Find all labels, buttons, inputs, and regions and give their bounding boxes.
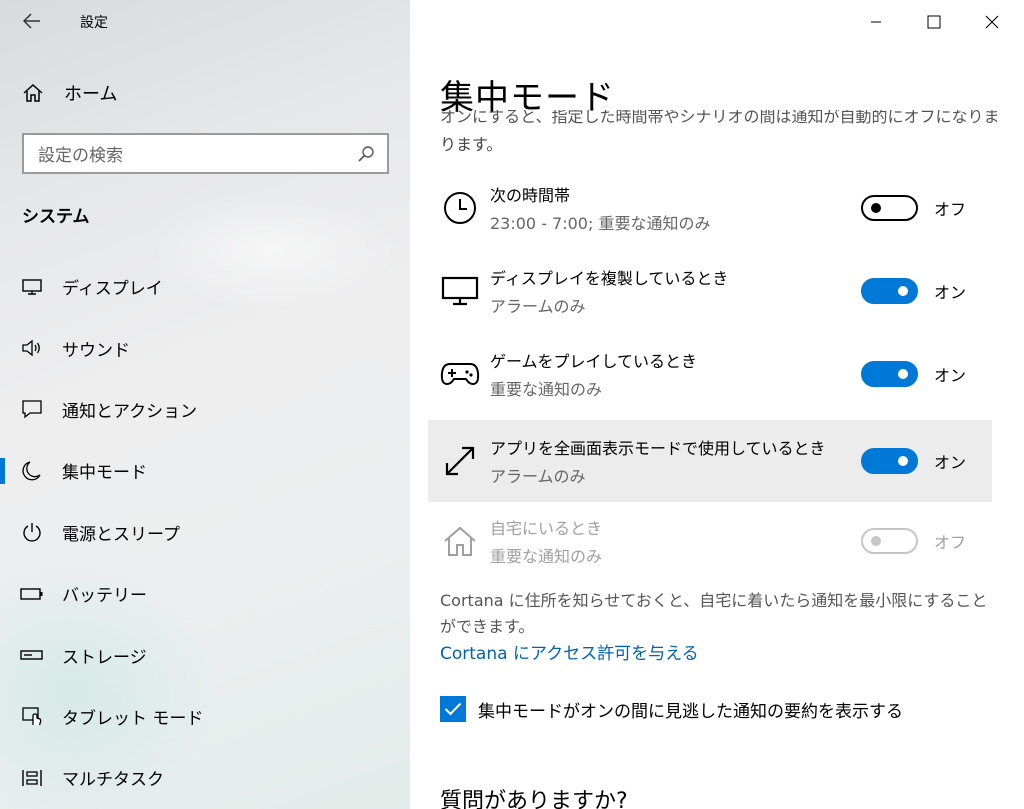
back-button[interactable] (18, 9, 46, 33)
rule-scheduled-hours[interactable]: 次の時間帯 23:00 - 7:00; 重要な通知のみ オフ (428, 167, 992, 249)
speaker-icon (20, 336, 44, 360)
rule-at-home: 自宅にいるとき 重要な通知のみ オフ (428, 500, 992, 582)
summary-checkbox[interactable] (440, 696, 466, 722)
checkmark-icon (444, 702, 462, 716)
summary-checkbox-label: 集中モードがオンの間に見逃した通知の要約を表示する (478, 701, 903, 722)
home-icon (23, 83, 43, 102)
question-heading: 質問がありますか? (440, 789, 628, 809)
sidebar-item-multitasking[interactable]: マルチタスク (0, 747, 410, 808)
back-arrow-icon (23, 13, 40, 29)
toggle-state-label: オフ (934, 533, 967, 552)
tablet-mode-icon (20, 704, 44, 728)
toggle-state-label: オフ (934, 200, 967, 219)
toggle-switch[interactable] (861, 361, 918, 387)
section-title: システム (22, 207, 90, 227)
toggle-switch[interactable] (861, 448, 918, 474)
rule-toggle: オフ (861, 528, 966, 554)
rule-duplicating-display[interactable]: ディスプレイを複製しているとき アラームのみ オン (428, 250, 992, 332)
sidebar-item-label: タブレット モード (62, 708, 204, 729)
sidebar-item-label: サウンド (62, 340, 130, 361)
sidebar-item-label: 電源とスリープ (62, 524, 180, 545)
power-icon (20, 520, 44, 544)
sidebar-nav: ディスプレイ サウンド 通知とアクション 集中モード 電源とスリープ バッテリー… (0, 256, 410, 809)
moon-icon (20, 459, 44, 483)
close-button[interactable] (963, 0, 1021, 44)
sidebar-item-tablet-mode[interactable]: タブレット モード (0, 686, 410, 747)
sidebar: 設定 ホーム 設定の検索 システム ディスプレイ サウンド 通知とアクション 集… (0, 0, 410, 809)
search-box[interactable]: 設定の検索 (22, 133, 389, 174)
sidebar-item-label: マルチタスク (62, 770, 164, 791)
rule-playing-game[interactable]: ゲームをプレイしているとき 重要な通知のみ オン (428, 333, 992, 415)
storage-icon (20, 643, 44, 667)
cortana-note: Cortana に住所を知らせておくと、自宅に着いたら通知を最小限にすることがで… (440, 591, 988, 636)
app-title: 設定 (80, 15, 108, 31)
message-icon (20, 397, 44, 421)
sidebar-item-label: バッテリー (62, 586, 147, 607)
toggle-knob (898, 456, 908, 466)
monitor-icon (440, 271, 480, 311)
rule-toggle[interactable]: オン (861, 361, 966, 387)
house-icon (440, 521, 480, 561)
toggle-switch[interactable] (861, 195, 918, 221)
rule-toggle[interactable]: オン (861, 448, 966, 474)
rule-toggle[interactable]: オン (861, 278, 966, 304)
sidebar-item-sound[interactable]: サウンド (0, 317, 410, 378)
toggle-knob (871, 536, 881, 546)
toggle-switch[interactable] (861, 278, 918, 304)
minimize-button[interactable] (847, 0, 905, 44)
rule-toggle[interactable]: オフ (861, 195, 966, 221)
rule-fullscreen-app[interactable]: アプリを全画面表示モードで使用しているとき アラームのみ オン (428, 420, 992, 502)
sidebar-item-battery[interactable]: バッテリー (0, 563, 410, 624)
sidebar-item-label: ストレージ (62, 647, 147, 668)
sidebar-item-label: 通知とアクション (62, 401, 198, 422)
toggle-knob (898, 369, 908, 379)
gamepad-icon (440, 354, 480, 394)
sidebar-item-label: 集中モード (62, 463, 147, 484)
main-content: 集中モード オンにすると、指定した時間帯やシナリオの間は通知が自動的にオフになり… (410, 0, 1024, 809)
display-icon (20, 275, 44, 299)
description-clipped: オンにすると、指定した時間帯やシナリオの間は通知が自動的にオフになります。 (440, 110, 1000, 126)
toggle-knob (871, 203, 881, 213)
fullscreen-arrow-icon (440, 441, 480, 481)
cortana-permission-link[interactable]: Cortana にアクセス許可を与える (440, 639, 699, 664)
sidebar-item-power[interactable]: 電源とスリープ (0, 502, 410, 563)
maximize-button[interactable] (905, 0, 963, 44)
toggle-knob (898, 286, 908, 296)
toggle-state-label: オン (934, 283, 967, 302)
search-input[interactable]: 設定の検索 (38, 141, 357, 166)
close-icon (985, 15, 999, 29)
clock-icon (440, 188, 480, 228)
toggle-switch (861, 528, 918, 554)
sidebar-item-label: ディスプレイ (62, 279, 163, 300)
sidebar-item-notifications[interactable]: 通知とアクション (0, 379, 410, 440)
description-tail: ります。 (440, 135, 503, 154)
multitask-icon (20, 766, 44, 790)
summary-checkbox-row[interactable]: 集中モードがオンの間に見逃した通知の要約を表示する (440, 696, 903, 722)
battery-icon (20, 582, 44, 606)
minimize-icon (871, 21, 881, 23)
sidebar-item-focus-assist[interactable]: 集中モード (0, 440, 410, 501)
search-icon[interactable] (357, 145, 375, 163)
toggle-state-label: オン (934, 366, 967, 385)
sidebar-item-display[interactable]: ディスプレイ (0, 256, 410, 317)
home-nav-item[interactable]: ホーム (22, 80, 117, 106)
home-label: ホーム (64, 84, 118, 105)
sidebar-item-storage[interactable]: ストレージ (0, 624, 410, 685)
toggle-state-label: オン (934, 453, 967, 472)
maximize-icon (927, 15, 941, 29)
